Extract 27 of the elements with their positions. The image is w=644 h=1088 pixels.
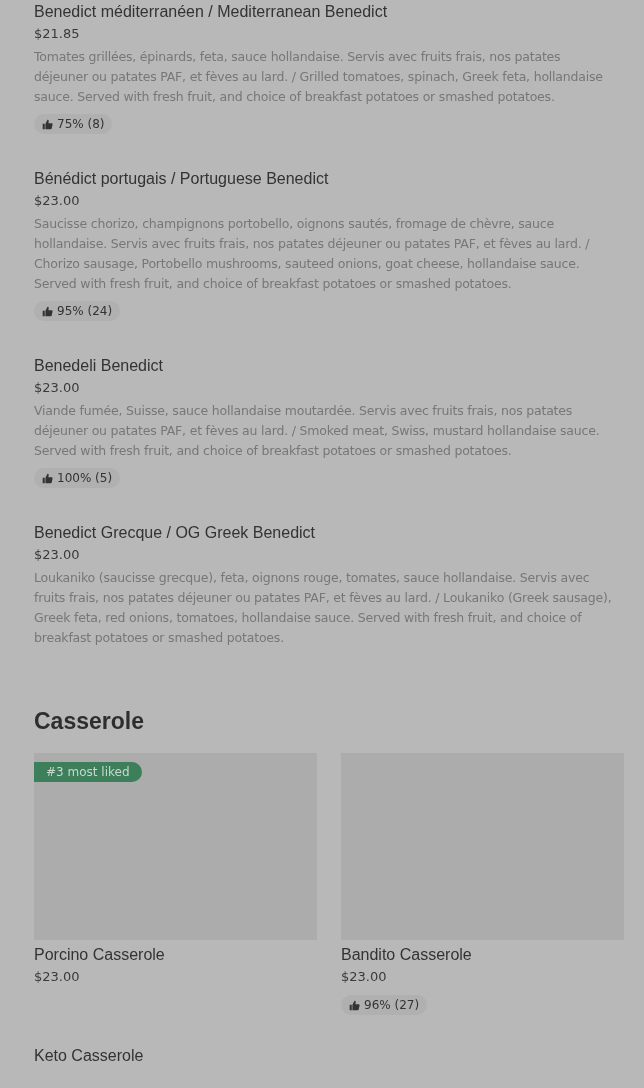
- item-description: Viande fumée, Suisse, sauce hollandaise moutardée. Servis avec fruits frais, nos patates déjeuner ou patates PAF, et fèves au lard. / Smoked meat, Swiss, mustard hollandaise sauce. Served with fresh fruit, and choice of breakfast potatoes or smashed potatoes.: [34, 402, 601, 460]
- section-heading: Casserole: [34, 708, 145, 735]
- item-price: $21.85: [34, 25, 81, 43]
- item-title[interactable]: Benedict Grecque / OG Greek Benedict: [34, 522, 612, 544]
- item-title[interactable]: Bandito Casserole: [341, 944, 624, 966]
- rating-text: 75% (8): [57, 117, 105, 131]
- item-title[interactable]: Porcino Casserole: [34, 944, 317, 966]
- item-price: $23.00: [341, 968, 388, 986]
- item-price: $23.00: [34, 546, 81, 564]
- item-description: Saucisse chorizo, champignons portobello, oignons sautés, fromage de chèvre, sauce hollandaise. Servis avec fruits frais, nos patates déjeuner ou patates PAF, et fèves au lard. / Chorizo sausage, Portobello mushrooms, sauteed onions, goat cheese, hollandaise sauce. Served with fresh fruit, and choice of breakfast potatoes or smashed potatoes.: [34, 215, 591, 293]
- item-description: Loukaniko (saucisse grecque), feta, oignons rouge, tomates, sauce hollandaise. Servis avec fruits frais, nos patates déjeuner ou patates PAF, et fèves au lard. / Loukaniko (Greek sausage), Greek feta, red onions, tomatoes, hollandaise sauce. Served with fresh fruit, and choice of breakfast potatoes or smashed potatoes.: [34, 569, 612, 647]
- item-title[interactable]: Benedeli Benedict: [34, 355, 612, 377]
- item-title[interactable]: Keto Casserole: [34, 1045, 624, 1067]
- item-price: $23.00: [34, 379, 81, 397]
- item-price: $23.00: [34, 968, 81, 986]
- rating-text: 100% (5): [57, 471, 113, 485]
- rating-text: 96% (27): [364, 998, 420, 1012]
- rating-text: 95% (24): [57, 304, 113, 318]
- item-title[interactable]: Benedict méditerranéen / Mediterranean Benedict: [34, 1, 612, 23]
- thumbs-up-icon: [349, 999, 360, 1011]
- item-price: $23.00: [34, 192, 81, 210]
- thumbs-up-icon: [42, 472, 53, 484]
- thumbs-up-icon: [42, 118, 53, 130]
- item-description: Tomates grillées, épinards, feta, sauce hollandaise. Servis avec fruits frais, nos patates déjeuner ou patates PAF, et fèves au lard. / Grilled tomatoes, spinach, Greek feta, hollandaise sauce. Served with fresh fruit, and choice of breakfast potatoes or smashed potatoes.: [34, 48, 604, 106]
- thumbs-up-icon: [42, 305, 53, 317]
- item-title[interactable]: Bénédict portugais / Portuguese Benedict: [34, 168, 612, 190]
- most-liked-badge: #3 most liked: [34, 762, 142, 782]
